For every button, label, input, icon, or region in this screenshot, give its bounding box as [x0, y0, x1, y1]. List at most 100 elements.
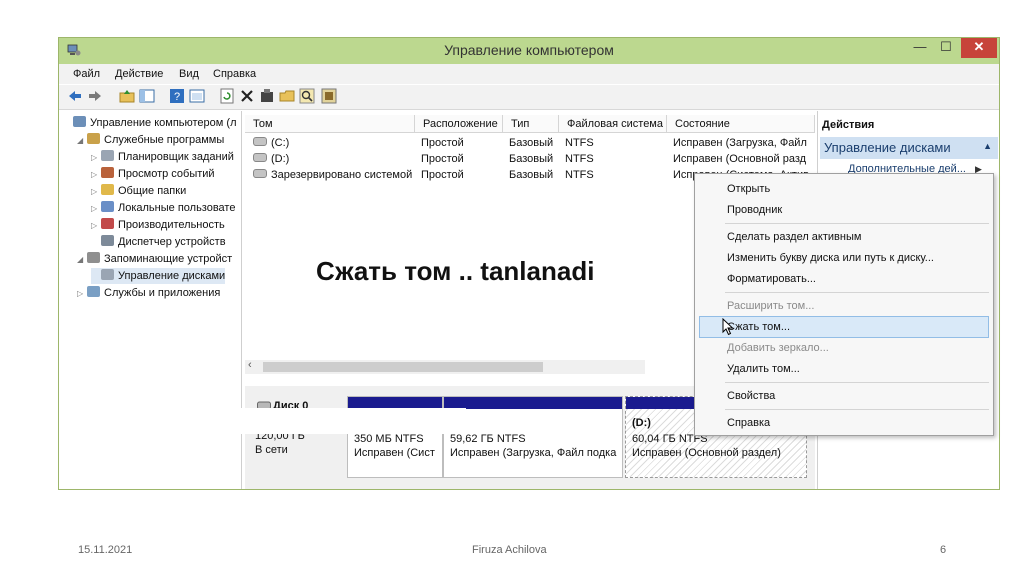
partition-size: 59,62 ГБ NTFS	[450, 433, 526, 445]
open-folder-icon[interactable]	[279, 88, 295, 104]
folder-up-icon[interactable]	[119, 88, 135, 104]
computer-icon	[73, 116, 86, 127]
actions-group-disk-management[interactable]: Управление дисками ▲	[820, 137, 998, 159]
menu-item-open[interactable]: Открыть	[727, 183, 770, 195]
console-icon[interactable]	[189, 88, 205, 104]
column-header-status[interactable]: Состояние	[667, 115, 815, 133]
volume-disk-icon	[253, 169, 267, 178]
menu-item-shrink-volume[interactable]: Сжать том...	[727, 321, 790, 333]
column-header-type[interactable]: Тип	[503, 115, 559, 133]
users-icon	[101, 201, 114, 212]
maximize-button[interactable]: ☐	[933, 38, 959, 58]
menu-item-delete-volume[interactable]: Удалить том...	[727, 363, 800, 375]
volume-cell[interactable]: NTFS	[565, 135, 594, 151]
menu-item-mark-active[interactable]: Сделать раздел активным	[727, 231, 861, 243]
volume-cell[interactable]: Базовый	[509, 151, 553, 167]
tree-item-label: Планировщик заданий	[118, 151, 234, 163]
mouse-cursor-icon	[722, 318, 734, 336]
tree-item-label: Управление дисками	[118, 270, 226, 282]
refresh-icon[interactable]	[219, 88, 235, 104]
volume-cell[interactable]: Исправен (Загрузка, Файл	[673, 135, 807, 151]
volume-name: Зарезервировано системой	[271, 169, 413, 181]
menu-bar: Файл Действие Вид Справка	[59, 64, 999, 84]
column-header-filesystem[interactable]: Файловая система	[559, 115, 667, 133]
volume-name-cell[interactable]: Зарезервировано системой	[253, 167, 412, 183]
column-header-layout[interactable]: Расположение	[415, 115, 503, 133]
expand-arrow-icon[interactable]: ▷	[91, 184, 101, 200]
menu-help[interactable]: Справка	[213, 68, 256, 80]
expand-arrow-icon[interactable]: ▷	[77, 286, 87, 302]
expand-arrow-icon[interactable]: ◢	[77, 133, 87, 149]
menu-separator	[725, 223, 989, 224]
svg-text:?: ?	[174, 91, 180, 103]
tree-item[interactable]: Управление компьютером (л	[63, 115, 237, 131]
menu-action[interactable]: Действие	[115, 68, 163, 80]
tree-item[interactable]: ▷ Планировщик заданий	[91, 149, 234, 165]
menu-file[interactable]: Файл	[73, 68, 100, 80]
tools-icon	[87, 133, 100, 144]
services-icon	[87, 286, 100, 297]
expand-arrow-icon[interactable]: ◢	[77, 252, 87, 268]
volume-name-cell[interactable]: (C:)	[253, 135, 289, 151]
toolbar: ?	[59, 85, 999, 110]
show-hide-tree-icon[interactable]	[139, 88, 155, 104]
tree-item[interactable]: ▷ Общие папки	[91, 183, 186, 199]
disk-properties-icon[interactable]	[321, 88, 337, 104]
volume-name-cell[interactable]: (D:)	[253, 151, 289, 167]
volume-cell[interactable]: Простой	[421, 167, 464, 183]
search-icon[interactable]	[299, 88, 315, 104]
delete-icon[interactable]	[239, 88, 255, 104]
column-header-volume[interactable]: Том	[245, 115, 415, 133]
tree-item[interactable]: ▷ Производительность	[91, 217, 225, 233]
tree-item[interactable]: ◢ Служебные программы	[77, 132, 224, 148]
tree-item[interactable]: ▷ Службы и приложения	[77, 285, 220, 301]
volume-cell[interactable]: Исправен (Основной разд	[673, 151, 806, 167]
clock-icon	[101, 150, 114, 161]
properties-icon[interactable]	[259, 88, 275, 104]
footer-page-number: 6	[940, 544, 947, 556]
expand-arrow-icon[interactable]: ▷	[91, 201, 101, 217]
menu-item-explorer[interactable]: Проводник	[727, 204, 782, 216]
tree-item[interactable]: ◢ Запоминающие устройст	[77, 251, 232, 267]
partition-c[interactable]: 59,62 ГБ NTFS Исправен (Загрузка, Файл п…	[443, 396, 623, 478]
horizontal-scrollbar[interactable]: ‹	[245, 359, 645, 374]
volume-cell[interactable]: Простой	[421, 151, 464, 167]
minimize-button[interactable]: —	[907, 38, 933, 58]
expand-arrow-icon[interactable]: ▷	[91, 167, 101, 183]
expand-arrow-icon[interactable]: ▷	[91, 150, 101, 166]
forward-icon[interactable]	[87, 88, 103, 104]
volume-cell[interactable]: NTFS	[565, 167, 594, 183]
tree-item[interactable]: ▷ Локальные пользовате	[91, 200, 235, 216]
volume-cell[interactable]: Базовый	[509, 167, 553, 183]
tree-item[interactable]: Управление дисками	[91, 268, 226, 284]
help-icon[interactable]: ?	[169, 88, 185, 104]
collapse-up-icon[interactable]: ▲	[983, 141, 992, 151]
close-button[interactable]: ✕	[961, 38, 997, 58]
scroll-left-arrow-icon[interactable]: ‹	[248, 359, 252, 371]
partition-bar	[444, 397, 622, 409]
window-title: Управление компьютером	[444, 42, 614, 58]
menu-item-properties[interactable]: Свойства	[727, 390, 775, 402]
actions-group-label: Управление дисками	[824, 140, 951, 155]
footer-date: 15.11.2021	[78, 544, 133, 556]
disk-status: В сети	[255, 444, 288, 456]
white-occlusion-box	[130, 408, 466, 434]
menu-item-help[interactable]: Справка	[727, 417, 770, 429]
storage-icon	[87, 252, 100, 263]
volume-cell[interactable]: Базовый	[509, 135, 553, 151]
menu-item-extend-volume: Расширить том...	[727, 300, 815, 312]
tree-item-label: Общие папки	[118, 185, 187, 197]
menu-view[interactable]: Вид	[179, 68, 199, 80]
tree-item[interactable]: ▷ Просмотр событий	[91, 166, 215, 182]
volume-name: (D:)	[271, 153, 290, 165]
scrollbar-thumb[interactable]	[263, 362, 543, 372]
back-icon[interactable]	[67, 88, 83, 104]
expand-arrow-icon[interactable]: ▷	[91, 218, 101, 234]
volume-cell[interactable]: Простой	[421, 135, 464, 151]
tree-item[interactable]: Диспетчер устройств	[91, 234, 226, 250]
partition-status: Исправен (Основной раздел)	[632, 447, 781, 459]
disk-management-icon	[101, 269, 114, 280]
menu-item-format[interactable]: Форматировать...	[727, 273, 816, 285]
volume-cell[interactable]: NTFS	[565, 151, 594, 167]
menu-item-change-drive-letter[interactable]: Изменить букву диска или путь к диску...	[727, 252, 934, 264]
